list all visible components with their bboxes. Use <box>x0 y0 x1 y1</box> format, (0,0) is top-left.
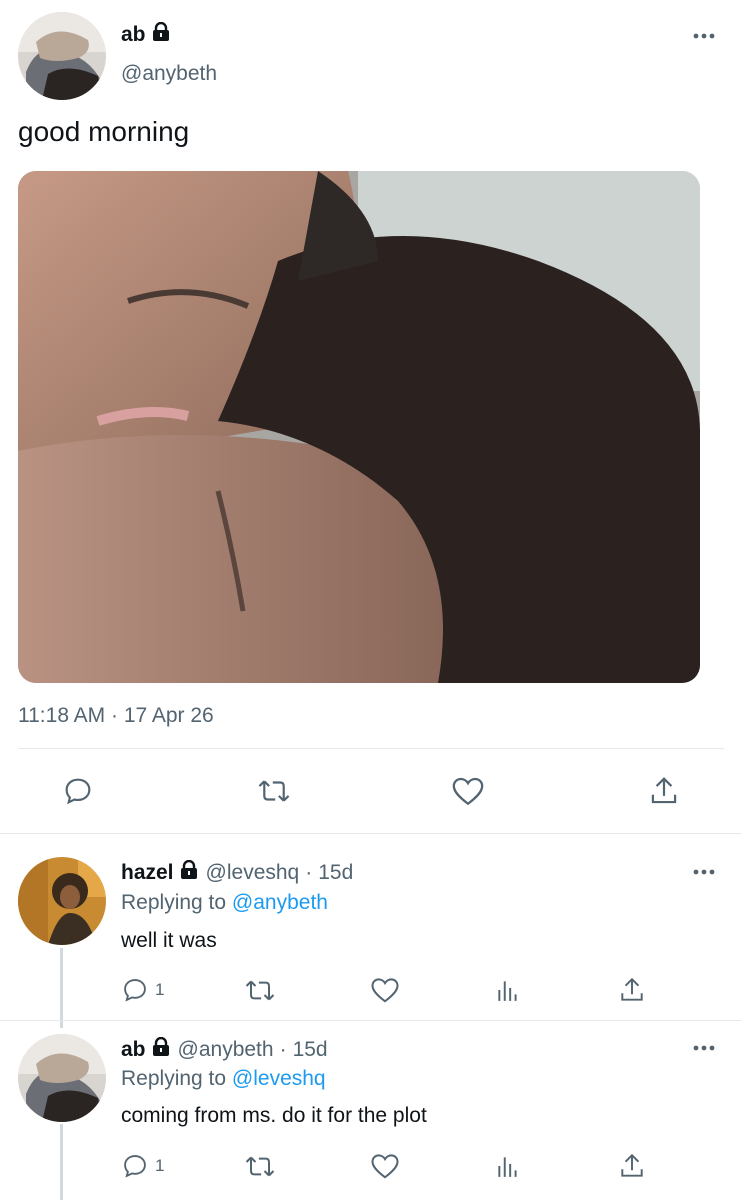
analytics-icon[interactable] <box>495 976 521 1004</box>
share-icon[interactable] <box>619 1152 645 1180</box>
reply-count: 1 <box>155 980 165 999</box>
separator-dot: · <box>279 1037 287 1061</box>
share-icon[interactable] <box>619 976 645 1004</box>
thread-line <box>60 948 63 1028</box>
more-icon[interactable] <box>692 1044 716 1052</box>
divider <box>18 748 724 749</box>
retweet-icon[interactable] <box>244 977 276 1004</box>
reply-icon[interactable] <box>62 775 94 807</box>
tweet-timestamp: 11:18 AM · 17 Apr 26 <box>18 704 214 727</box>
author-name[interactable]: ab <box>121 23 146 47</box>
divider <box>0 1020 741 1021</box>
reply-text: well it was <box>121 929 217 952</box>
reply-author-name[interactable]: hazel <box>121 861 174 885</box>
replying-to-link[interactable]: @leveshq <box>232 1067 326 1090</box>
thread-line <box>60 1124 63 1200</box>
lock-icon <box>152 21 170 47</box>
reply-count: 1 <box>155 1156 165 1175</box>
more-icon[interactable] <box>692 868 716 876</box>
author-handle[interactable]: @anybeth <box>121 62 217 86</box>
tweet-photo[interactable] <box>18 171 700 683</box>
like-icon[interactable] <box>451 775 485 807</box>
lock-icon <box>180 859 198 885</box>
divider <box>0 833 741 834</box>
author-avatar[interactable] <box>18 12 106 100</box>
reply-author-handle[interactable]: @anybeth <box>178 1038 274 1062</box>
retweet-icon[interactable] <box>257 776 291 806</box>
retweet-icon[interactable] <box>244 1153 276 1180</box>
reply-avatar[interactable] <box>18 857 106 945</box>
separator-dot: · <box>305 860 313 884</box>
reply-author-name[interactable]: ab <box>121 1038 146 1062</box>
reply-icon[interactable] <box>121 976 149 1004</box>
analytics-icon[interactable] <box>495 1152 521 1180</box>
replying-to-label: Replying to <box>121 891 227 914</box>
like-icon[interactable] <box>370 1152 400 1180</box>
like-icon[interactable] <box>370 976 400 1004</box>
reply-icon[interactable] <box>121 1152 149 1180</box>
reply-age: 15d <box>292 1037 328 1061</box>
tweet-text: good morning <box>18 116 190 147</box>
reply-text: coming from ms. do it for the plot <box>121 1104 427 1127</box>
reply-age: 15d <box>318 860 354 884</box>
replying-to-link[interactable]: @anybeth <box>232 891 328 914</box>
more-icon[interactable] <box>692 32 716 40</box>
reply-avatar[interactable] <box>18 1034 106 1122</box>
reply-author-handle[interactable]: @leveshq <box>206 861 300 885</box>
lock-icon <box>152 1036 170 1062</box>
share-icon[interactable] <box>649 775 679 807</box>
replying-to-label: Replying to <box>121 1067 227 1090</box>
